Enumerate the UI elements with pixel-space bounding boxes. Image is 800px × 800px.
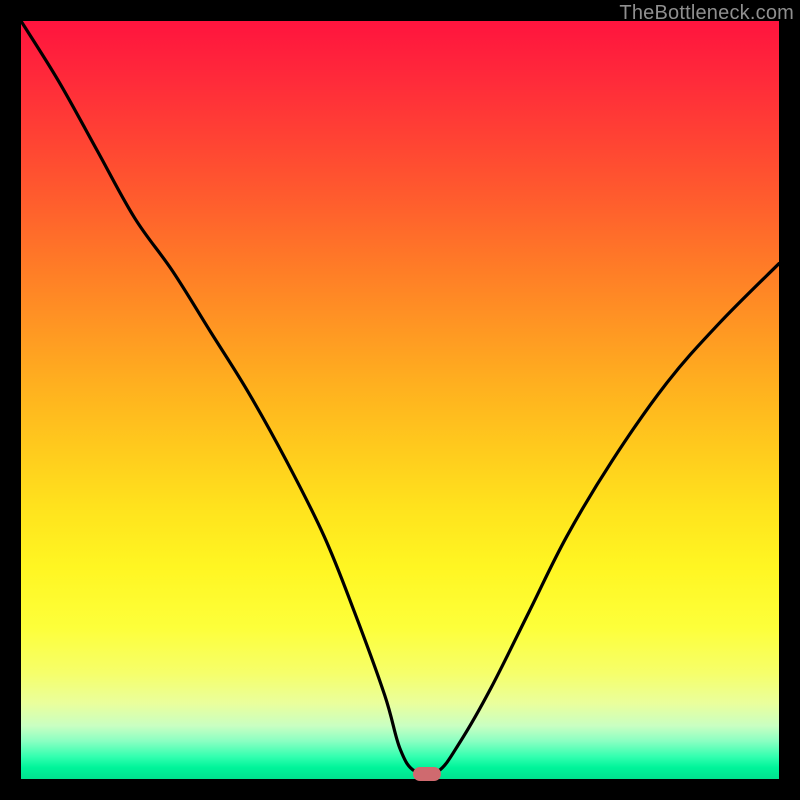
watermark-text: TheBottleneck.com	[619, 2, 794, 25]
minimum-marker	[413, 767, 441, 781]
chart-frame: TheBottleneck.com	[0, 0, 800, 800]
bottleneck-curve	[21, 21, 779, 779]
plot-area	[21, 21, 779, 779]
